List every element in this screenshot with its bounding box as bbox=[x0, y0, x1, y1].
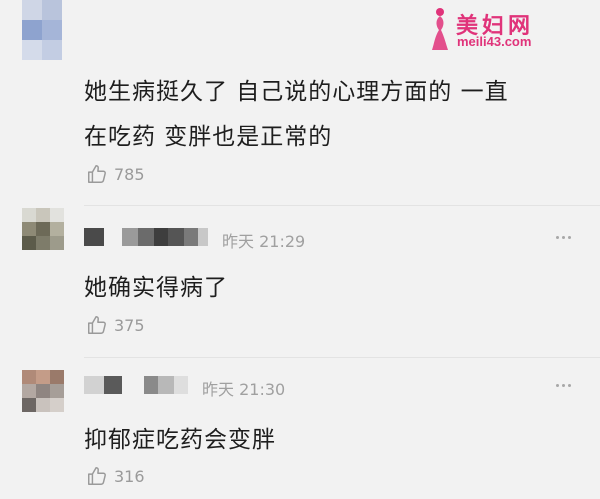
like-count: 785 bbox=[114, 164, 145, 184]
divider bbox=[84, 357, 600, 358]
username[interactable] bbox=[84, 228, 208, 246]
thumbs-up-icon bbox=[88, 467, 106, 485]
avatar[interactable] bbox=[22, 370, 64, 412]
comment-text-line2: 在吃药 变胖也是正常的 bbox=[84, 124, 333, 150]
like-button[interactable]: 785 bbox=[86, 163, 145, 185]
avatar[interactable] bbox=[22, 208, 64, 250]
username[interactable] bbox=[84, 376, 188, 394]
divider bbox=[84, 205, 600, 206]
comment-time: 昨天 21:30 bbox=[202, 380, 286, 399]
thumbs-up-icon bbox=[88, 165, 106, 183]
comment-text: 抑郁症吃药会变胖 bbox=[84, 427, 276, 453]
like-button[interactable]: 316 bbox=[86, 465, 145, 487]
comment-time: 昨天 21:29 bbox=[222, 232, 306, 251]
comment-text: 她生病挺久了 自己说的心理方面的 一直 bbox=[84, 79, 509, 105]
like-count: 316 bbox=[114, 466, 145, 486]
lady-silhouette-icon bbox=[432, 8, 448, 50]
comment-text: 她确实得病了 bbox=[84, 275, 228, 301]
more-dots-icon[interactable] bbox=[556, 236, 571, 239]
like-count: 375 bbox=[114, 315, 145, 335]
more-dots-icon[interactable] bbox=[556, 384, 571, 387]
thumbs-up-icon bbox=[88, 316, 106, 334]
like-button[interactable]: 375 bbox=[86, 314, 145, 336]
avatar[interactable] bbox=[22, 0, 62, 60]
watermark-url: meili43.com bbox=[457, 34, 532, 49]
